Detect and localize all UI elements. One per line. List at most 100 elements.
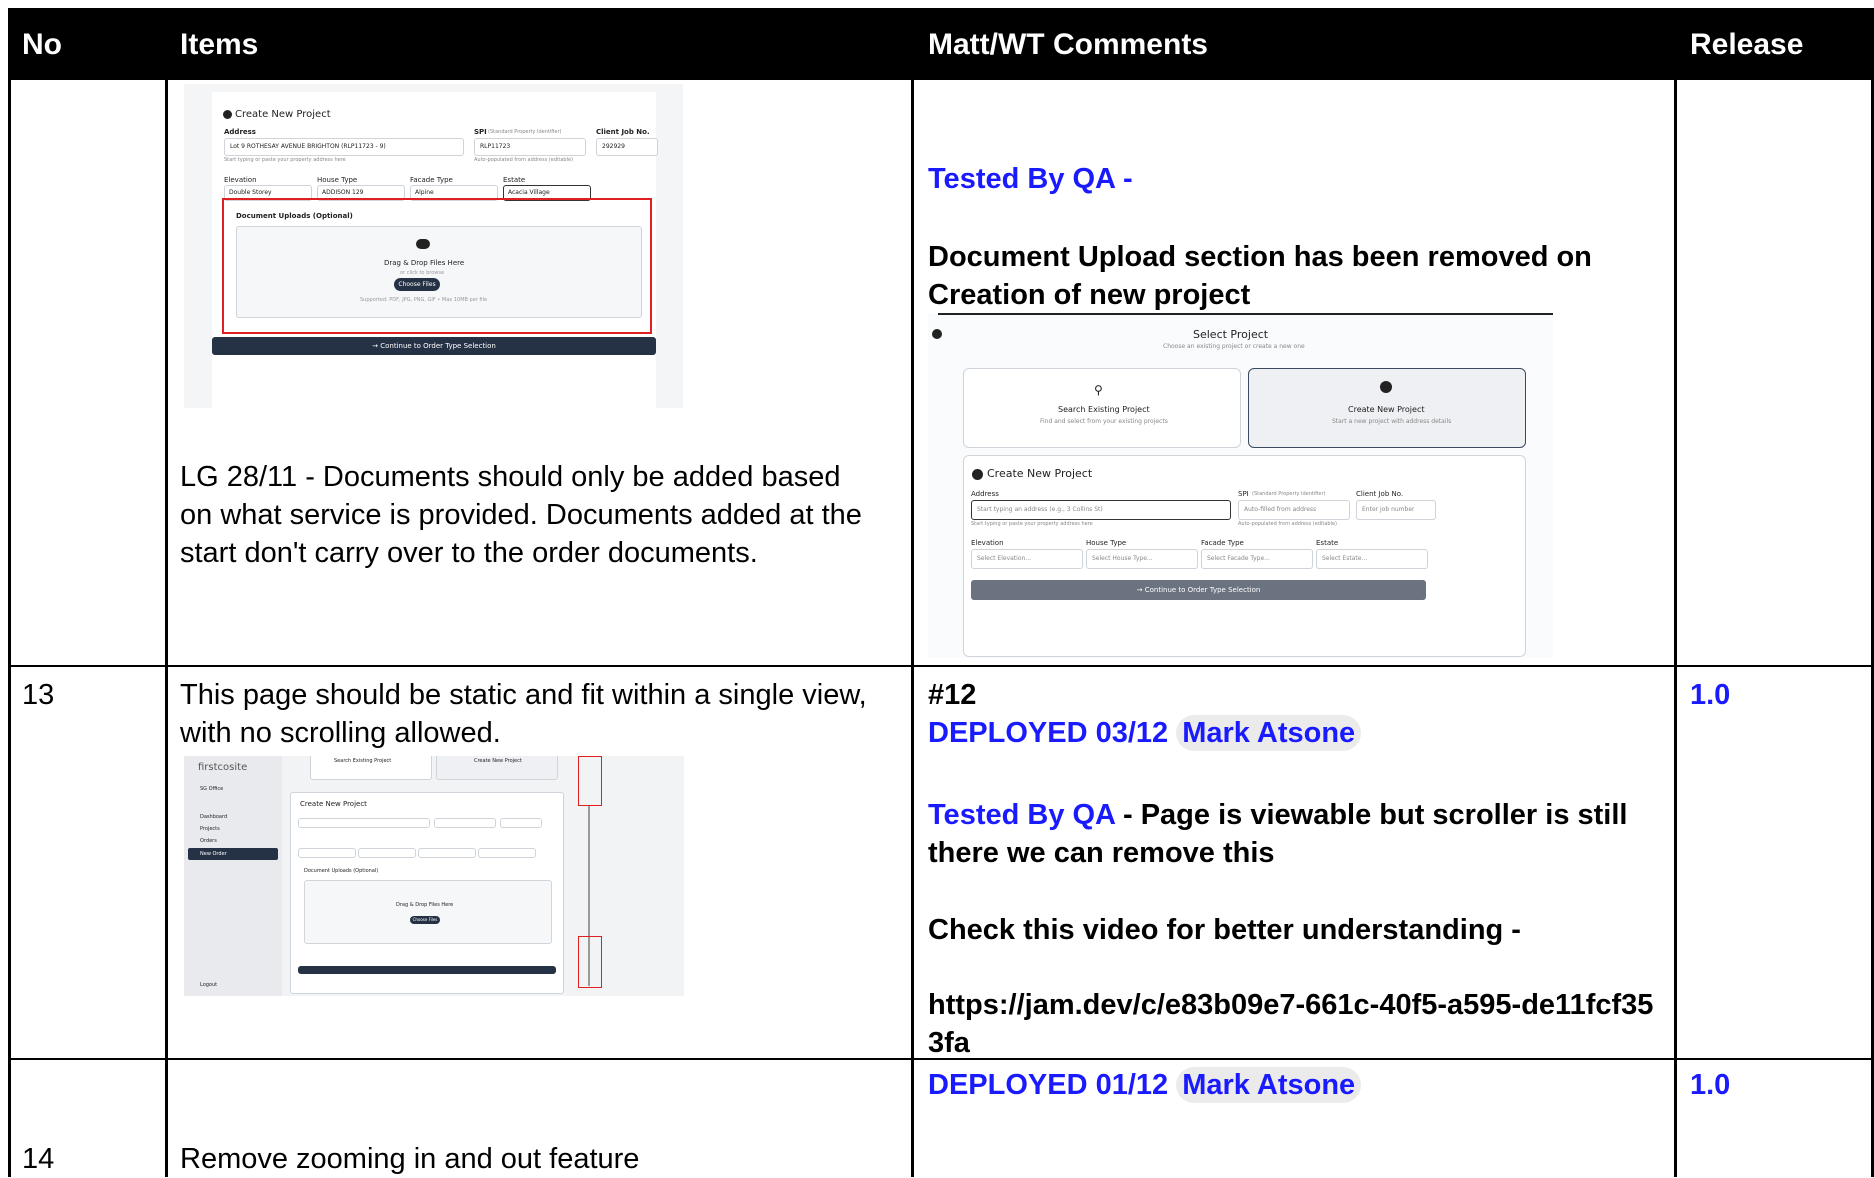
- spi-input[interactable]: Auto-filled from address: [1238, 500, 1350, 520]
- header-items: Items: [180, 28, 259, 61]
- spi-help: Auto-populated from address (editable): [1238, 521, 1337, 527]
- job-input[interactable]: 292929: [596, 138, 658, 156]
- continue-button[interactable]: → Continue to Order Type Selection: [971, 580, 1426, 600]
- logout-link[interactable]: Logout: [200, 982, 217, 988]
- search-card-title: Search Existing Project: [1058, 405, 1150, 414]
- drop-title: Drag & Drop Files Here: [396, 902, 454, 908]
- estate-label: Estate: [1316, 539, 1339, 547]
- form-title: Create New Project: [300, 800, 367, 808]
- spi-label: SPI: [474, 128, 487, 136]
- review-table: No Items Matt/WT Comments Release Create…: [8, 8, 1874, 1177]
- release-version: 1.0: [1690, 679, 1731, 711]
- plus-circle-icon: [223, 110, 232, 119]
- upload-cloud-icon: [416, 239, 430, 249]
- spi-sub: (Standard Property Identifier): [1252, 491, 1326, 497]
- facade-select[interactable]: Select Facade Type...: [1201, 549, 1313, 569]
- job-label: Client Job No.: [1356, 490, 1404, 498]
- deploy-line: DEPLOYED 01/12 Mark Atsone: [928, 1066, 1362, 1104]
- header-release: Release: [1690, 28, 1804, 61]
- search-icon: ⚲: [1094, 383, 1103, 397]
- person-chip[interactable]: Mark Atsone: [1176, 1067, 1362, 1103]
- address-help: Start typing or paste your property addr…: [224, 157, 346, 163]
- estate-select: [478, 848, 536, 858]
- facade-select: [418, 848, 476, 858]
- person-chip[interactable]: Mark Atsone: [1176, 715, 1362, 751]
- facade-label: Facade Type: [410, 176, 453, 184]
- header-comments: Matt/WT Comments: [928, 28, 1208, 61]
- grid-line: [1674, 80, 1677, 1177]
- continue-button[interactable]: [298, 966, 556, 974]
- address-input[interactable]: Lot 9 ROTHESAY AVENUE BRIGHTON (RLP11723…: [224, 138, 464, 156]
- grid-line: [911, 80, 914, 1177]
- spi-label: SPI: [1238, 490, 1249, 498]
- house-select[interactable]: Select House Type...: [1086, 549, 1198, 569]
- nav-orders[interactable]: Orders: [200, 838, 217, 844]
- drop-sub: or click to browse: [400, 270, 445, 276]
- tested-by-qa: Tested By QA: [928, 799, 1115, 831]
- row-number: 14: [22, 1143, 55, 1175]
- search-card-sub: Find and select from your existing proje…: [1040, 418, 1168, 425]
- create-card-title: Create New Project: [1348, 405, 1425, 414]
- row-number: 13: [22, 679, 55, 711]
- elevation-label: Elevation: [224, 176, 257, 184]
- check-video: Check this video for better understandin…: [928, 914, 1521, 946]
- house-select: [358, 848, 416, 858]
- elevation-select: [298, 848, 356, 858]
- screenshot-scrolling-page: firstcosite SG Office Dashboard Projects…: [184, 756, 684, 996]
- header-no: No: [22, 28, 62, 61]
- spi-input: [434, 818, 496, 828]
- highlight-box: [578, 936, 602, 988]
- grid-line: [8, 80, 11, 1177]
- elevation-label: Elevation: [971, 539, 1004, 547]
- nav-projects[interactable]: Projects: [200, 826, 220, 832]
- job-input[interactable]: Enter job number: [1356, 500, 1436, 520]
- table-header: No Items Matt/WT Comments Release: [8, 8, 1874, 80]
- house-label: House Type: [317, 176, 358, 184]
- select-subtitle: Choose an existing project or create a n…: [1163, 343, 1305, 350]
- highlight-box: [578, 756, 602, 806]
- screenshot-create-project-with-uploads: Create New Project Address Lot 9 ROTHESA…: [184, 84, 683, 408]
- deployed-status: DEPLOYED 01/12: [928, 1069, 1169, 1101]
- create-card-sub: Start a new project with address details: [1332, 418, 1452, 425]
- item-text: Remove zooming in and out feature: [180, 1143, 640, 1175]
- nav-dashboard[interactable]: Dashboard: [200, 814, 227, 820]
- video-link[interactable]: https://jam.dev/c/e83b09e7-661c-40f5-a59…: [928, 986, 1658, 1062]
- grid-line: [165, 80, 168, 1177]
- screenshot-select-project: Select Project Choose an existing projec…: [928, 313, 1553, 658]
- elevation-select[interactable]: Select Elevation...: [971, 549, 1083, 569]
- spi-input[interactable]: RLP11723: [474, 138, 586, 156]
- job-label: Client Job No.: [596, 128, 650, 136]
- drop-zone[interactable]: [304, 880, 552, 944]
- row-divider: [8, 665, 1874, 667]
- uploads-title: Document Uploads (Optional): [304, 868, 379, 874]
- reference: #12: [928, 679, 977, 711]
- deployed-status: DEPLOYED 03/12: [928, 717, 1169, 749]
- spi-help: Auto-populated from address (editable): [474, 157, 573, 163]
- app-logo: firstcosite: [198, 762, 248, 773]
- choose-files-button[interactable]: Choose Files: [410, 916, 440, 924]
- address-input[interactable]: Start typing an address (e.g., 3 Collins…: [971, 500, 1231, 520]
- continue-button[interactable]: → Continue to Order Type Selection: [212, 337, 656, 355]
- drop-title: Drag & Drop Files Here: [384, 259, 465, 267]
- form-title: Create New Project: [235, 109, 331, 120]
- choose-files-button[interactable]: Choose Files: [394, 278, 440, 291]
- supported-types: Supported: PDF, JPG, PNG, GIF • Max 10MB…: [360, 297, 488, 303]
- deploy-line: DEPLOYED 03/12 Mark Atsone: [928, 714, 1362, 752]
- estate-select[interactable]: Select Estate...: [1316, 549, 1428, 569]
- item-note: LG 28/11 - Documents should only be adde…: [180, 461, 862, 569]
- release-version: 1.0: [1690, 1069, 1731, 1101]
- estate-label: Estate: [503, 176, 526, 184]
- address-label: Address: [971, 490, 999, 498]
- address-input: [298, 818, 430, 828]
- select-title: Select Project: [1193, 328, 1269, 341]
- item-text: This page should be static and fit withi…: [180, 679, 867, 749]
- close-icon: [932, 329, 942, 339]
- sidebar: [184, 756, 282, 996]
- house-label: House Type: [1086, 539, 1127, 547]
- form-title: Create New Project: [987, 467, 1093, 480]
- tested-by-qa: Tested By QA -: [928, 163, 1133, 195]
- facade-label: Facade Type: [1201, 539, 1244, 547]
- address-label: Address: [224, 128, 256, 136]
- spi-sub: (Standard Property Identifier): [488, 129, 562, 135]
- qa-comment: Tested By QA - Page is viewable but scro…: [928, 796, 1658, 872]
